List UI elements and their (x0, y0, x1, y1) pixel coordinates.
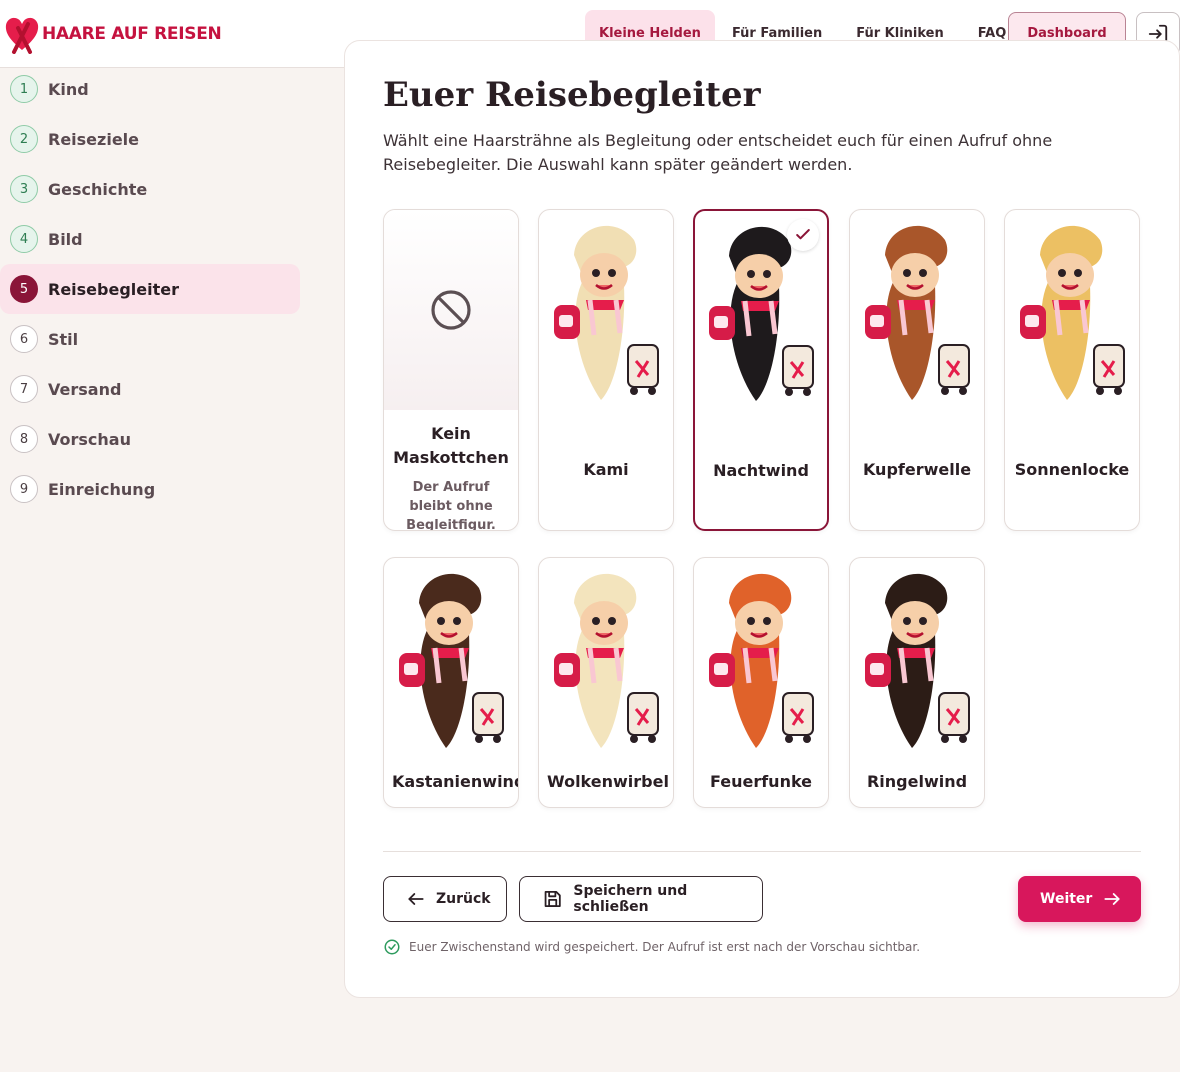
back-button-label: Zurück (436, 891, 491, 907)
step-number: 6 (10, 325, 38, 353)
hair-mascot-illustration (554, 573, 659, 748)
companion-name: Ringelwind (866, 772, 968, 791)
companion-card-nachtwind[interactable]: Nachtwind (693, 209, 829, 531)
step-label: Vorschau (48, 429, 131, 449)
companion-card-sonnenlocke[interactable]: Sonnenlocke (1004, 209, 1140, 531)
step-item-einreichung[interactable]: 9 Einreichung (0, 464, 300, 514)
step-label: Einreichung (48, 479, 156, 499)
step-label: Kind (48, 79, 89, 99)
step-label: Stil (48, 329, 79, 349)
hair-mascot-illustration (1020, 225, 1125, 400)
companion-name: Nachtwind (713, 461, 809, 480)
hair-mascot-illustration (554, 225, 659, 400)
step-label: Geschichte (48, 179, 148, 199)
step-number: 2 (10, 125, 38, 153)
step-item-kind[interactable]: 1 Kind (0, 64, 300, 114)
companion-card-kami[interactable]: Kami (538, 209, 674, 531)
companion-name: Sonnenlocke (1014, 460, 1130, 479)
arrow-right-icon (1104, 893, 1120, 905)
companion-description: Der Aufruf bleibt ohne Begleitfigur. (406, 480, 496, 531)
companion-name: Kupferwelle (862, 460, 972, 479)
autosave-note: Euer Zwischenstand wird gespeichert. Der… (383, 938, 920, 956)
main-panel: Euer Reisebegleiter Wählt eine Haarsträh… (344, 40, 1180, 998)
next-button[interactable]: Weiter (1018, 876, 1141, 922)
step-number: 9 (10, 475, 38, 503)
page-title: Euer Reisebegleiter (383, 75, 761, 115)
page-intro: Wählt eine Haarsträhne als Begleitung od… (383, 131, 1053, 174)
companion-card-ringelwind[interactable]: Ringelwind (849, 557, 985, 808)
step-item-versand[interactable]: 7 Versand (0, 364, 300, 414)
hair-mascot-illustration (399, 573, 504, 748)
step-item-vorschau[interactable]: 8 Vorschau (0, 414, 300, 464)
selected-check-icon (787, 219, 819, 251)
heart-ribbon-icon (5, 17, 39, 54)
save-button-label: Speichern und schließen (573, 883, 688, 915)
check-circle-icon (384, 939, 400, 955)
step-item-bild[interactable]: 4 Bild (0, 214, 300, 264)
companion-name: Kastanienwind (392, 772, 519, 791)
companion-image (384, 558, 518, 758)
step-label: Bild (48, 229, 83, 249)
companion-card-kein-maskottchen[interactable]: Kein Maskottchen Der Aufruf bleibt ohne B… (383, 209, 519, 531)
hair-mascot-illustration (865, 225, 970, 400)
companion-name: Wolkenwirbel (547, 772, 669, 791)
companion-image (384, 210, 518, 410)
companion-image (695, 211, 827, 411)
hair-mascot-illustration (865, 573, 970, 748)
companion-card-feuerfunke[interactable]: Feuerfunke (693, 557, 829, 808)
wizard-steps: 1 Kind 2 Reiseziele 3 Geschichte 4 Bild 5 Reisebe… (0, 64, 300, 514)
step-number: 7 (10, 375, 38, 403)
divider (383, 851, 1141, 852)
step-item-geschichte[interactable]: 3 Geschichte (0, 164, 300, 214)
step-label: Reiseziele (48, 129, 140, 149)
companion-image (850, 210, 984, 410)
companion-name: Kein Maskottchen (393, 424, 509, 467)
save-and-close-button[interactable]: Speichern und schließen (519, 876, 763, 922)
step-label: Versand (48, 379, 122, 399)
arrow-left-icon (408, 893, 424, 905)
save-disk-icon (544, 890, 561, 908)
brand-name: HAARE AUF REISEN (42, 24, 222, 44)
autosave-text: Euer Zwischenstand wird gespeichert. Der… (409, 940, 921, 954)
next-button-label: Weiter (1040, 891, 1093, 907)
step-item-stil[interactable]: 6 Stil (0, 314, 300, 364)
step-number: 3 (10, 175, 38, 203)
hair-mascot-illustration (709, 573, 814, 748)
no-mascot-icon (431, 290, 471, 330)
companion-image (539, 210, 673, 410)
step-number: 4 (10, 225, 38, 253)
step-label: Reisebegleiter (48, 279, 179, 299)
step-number: 5 (10, 275, 38, 303)
companion-image (694, 558, 828, 758)
step-item-reisebegleiter[interactable]: 5 Reisebegleiter (0, 264, 300, 314)
step-item-reiseziele[interactable]: 2 Reiseziele (0, 114, 300, 164)
back-button[interactable]: Zurück (383, 876, 507, 922)
companion-image (850, 558, 984, 758)
companion-card-kastanienwind[interactable]: Kastanienwind (383, 557, 519, 808)
companion-card-kupferwelle[interactable]: Kupferwelle (849, 209, 985, 531)
companion-name: Kami (583, 460, 629, 479)
step-number: 1 (10, 75, 38, 103)
companion-image (1005, 210, 1139, 410)
step-number: 8 (10, 425, 38, 453)
companion-card-wolkenwirbel[interactable]: Wolkenwirbel (538, 557, 674, 808)
companion-image (539, 558, 673, 758)
companion-name: Feuerfunke (709, 772, 813, 791)
brand-logo[interactable]: HAARE AUF REISEN (4, 14, 222, 54)
